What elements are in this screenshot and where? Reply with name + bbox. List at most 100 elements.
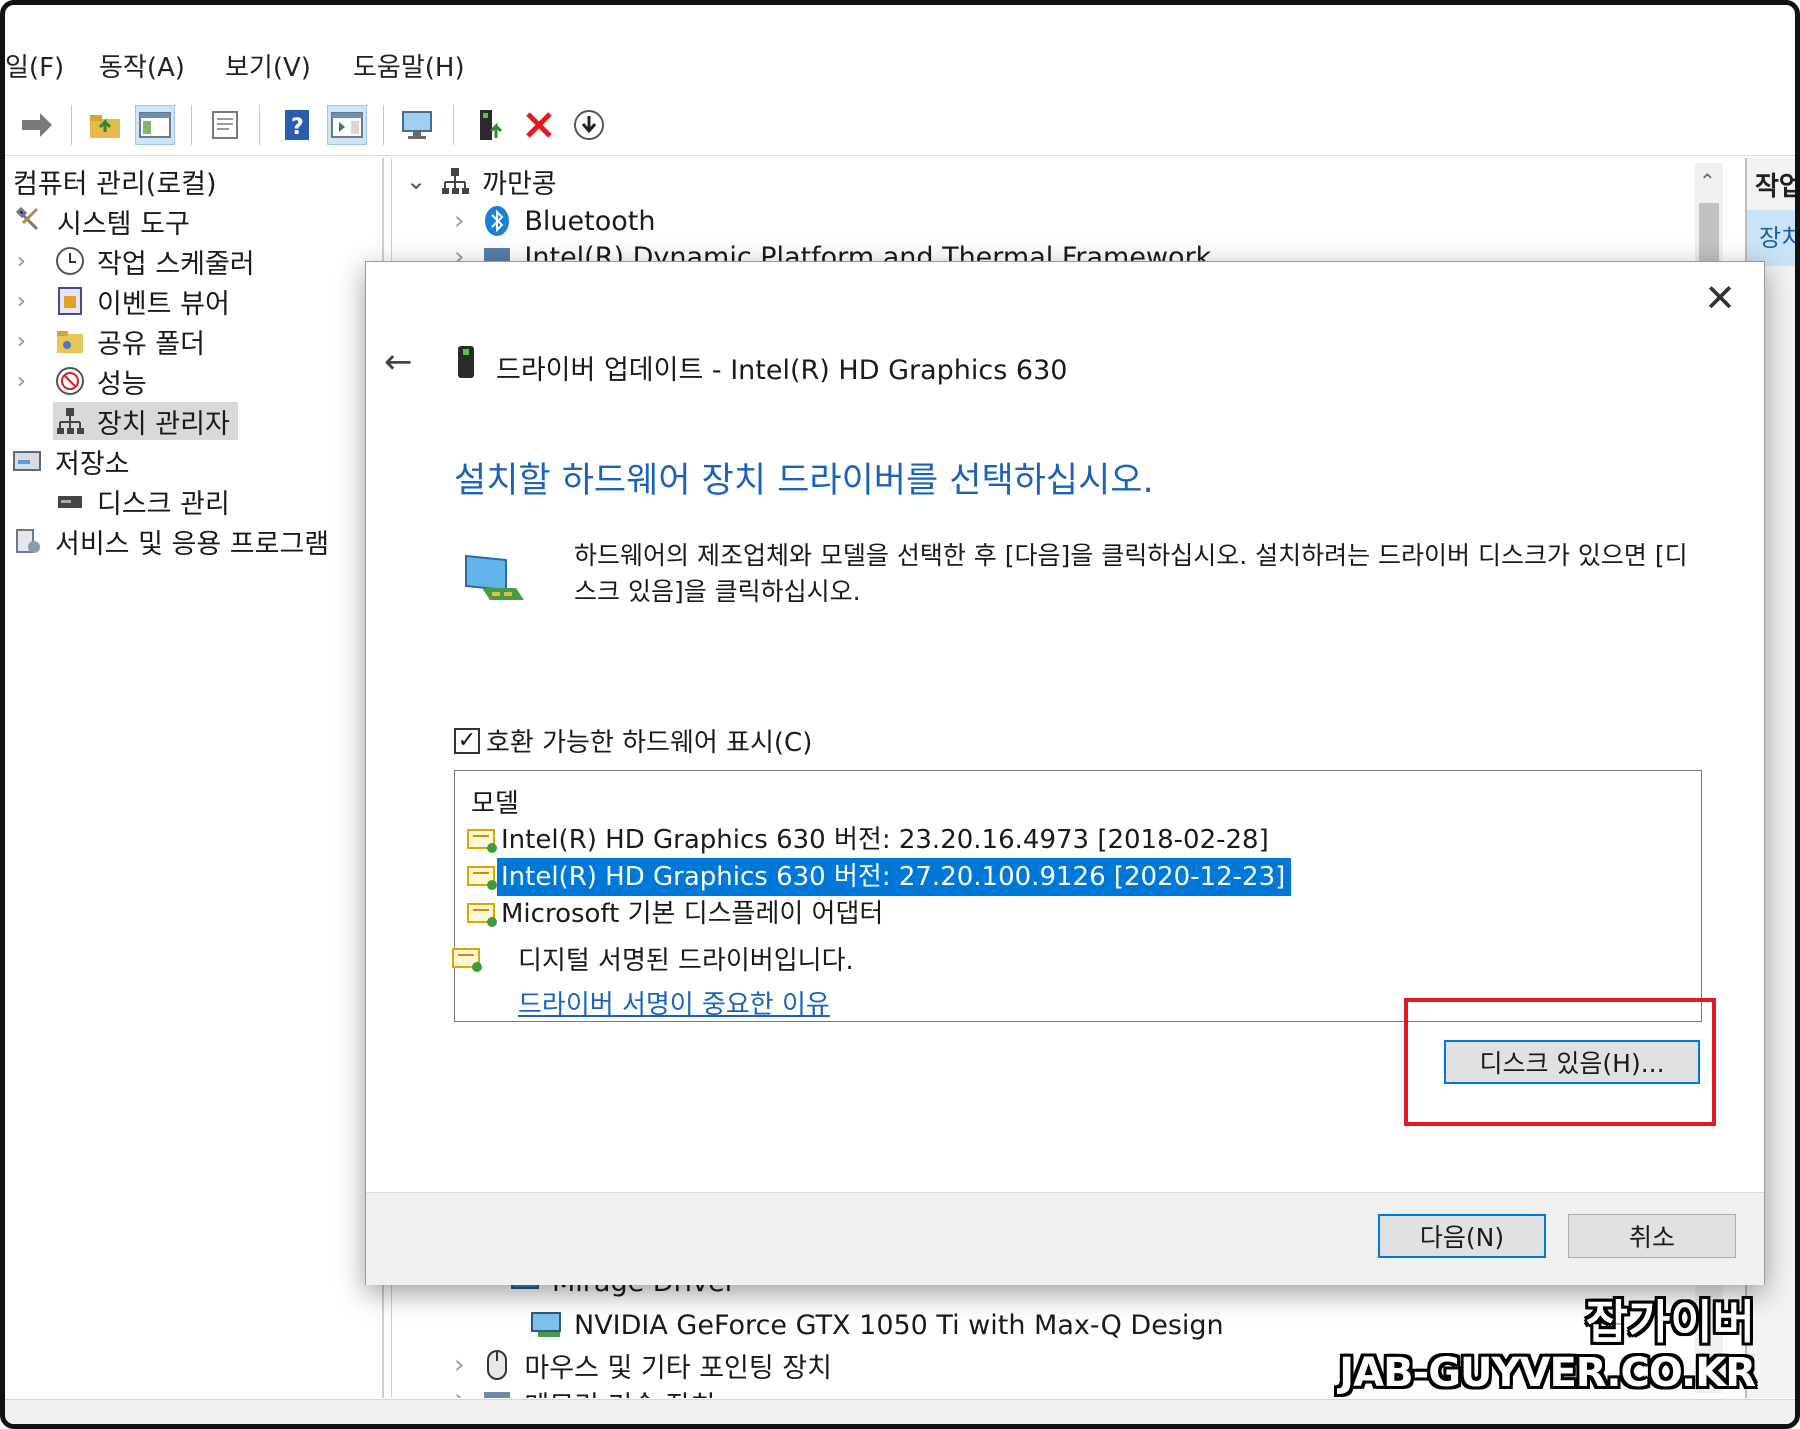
menu-action[interactable]: 동작(A) <box>99 47 185 84</box>
device-manager-icon <box>53 404 87 438</box>
menu-view[interactable]: 보기(V) <box>225 47 311 84</box>
services-icon <box>11 524 45 558</box>
memory-device-icon <box>480 1384 514 1398</box>
driver-device-icon <box>458 346 474 378</box>
tree-item-event-viewer[interactable]: › 이벤트 뷰어 <box>17 282 230 320</box>
actions-header: 작업 <box>1755 172 1800 202</box>
disk-icon <box>53 484 87 518</box>
signed-driver-certificate-icon <box>452 946 482 972</box>
close-icon[interactable]: ✕ <box>1698 276 1742 320</box>
update-driver-icon[interactable] <box>469 105 509 145</box>
dialog-description: 하드웨어의 제조업체와 모델을 선택한 후 [다음]을 클릭하십시오. 설치하려… <box>574 541 1688 606</box>
toolbar-separator <box>259 105 260 145</box>
download-circle-icon[interactable] <box>569 105 609 145</box>
watermark-korean: 잡가이버 <box>1585 1295 1755 1349</box>
tree-item-services[interactable]: 서비스 및 응용 프로그램 <box>11 522 329 560</box>
chevron-right-icon[interactable]: › <box>454 1350 464 1380</box>
chevron-right-icon[interactable]: › <box>17 289 26 314</box>
chevron-down-icon[interactable]: ⌄ <box>406 167 426 195</box>
tree-label: 디스크 관리 <box>97 488 230 520</box>
hardware-display-icon <box>462 550 528 610</box>
model-list-item[interactable]: Intel(R) HD Graphics 630 버전: 23.20.16.49… <box>467 821 1275 859</box>
properties-icon[interactable] <box>205 105 245 145</box>
chevron-right-icon[interactable]: › <box>454 242 464 262</box>
toolbar-separator <box>71 105 72 145</box>
tree-label: 장치 관리자 <box>97 408 230 440</box>
tree-item-performance[interactable]: › 성능 <box>17 362 147 400</box>
annotation-highlight-box <box>1404 998 1716 1126</box>
storage-icon <box>11 444 45 478</box>
uninstall-x-icon[interactable] <box>519 105 559 145</box>
performance-gauge-icon <box>53 364 87 398</box>
dialog-heading: 설치할 하드웨어 장치 드라이버를 선택하십시오. <box>454 461 1154 501</box>
up-folder-icon[interactable] <box>85 105 125 145</box>
tree-label: 서비스 및 응용 프로그램 <box>55 528 330 560</box>
dialog-title: 드라이버 업데이트 - Intel(R) HD Graphics 630 <box>496 355 1068 386</box>
device-label: 메모리 기술 장치 <box>524 1384 715 1398</box>
tree-item-disk-management[interactable]: 디스크 관리 <box>53 482 230 520</box>
tree-item-storage[interactable]: 저장소 <box>11 442 130 480</box>
bluetooth-icon <box>480 204 514 238</box>
scan-hardware-icon[interactable] <box>399 105 439 145</box>
device-label: NVIDIA GeForce GTX 1050 Ti with Max-Q De… <box>574 1309 1224 1341</box>
device-label: Bluetooth <box>524 205 656 237</box>
show-hide-tree-icon[interactable] <box>135 105 175 145</box>
cancel-button[interactable]: 취소 <box>1568 1214 1736 1258</box>
show-action-pane-icon[interactable] <box>327 105 367 145</box>
tree-item-task-scheduler[interactable]: › 작업 스케줄러 <box>17 242 255 280</box>
compatible-hardware-label: 호환 가능한 하드웨어 표시(C) <box>486 728 813 758</box>
computer-network-icon <box>438 164 472 198</box>
tree-label: 성능 <box>97 368 147 400</box>
compatible-hardware-checkbox-row[interactable]: ✓ 호환 가능한 하드웨어 표시(C) <box>454 722 812 759</box>
tree-root-label: 컴퓨터 관리(로컬) <box>13 168 217 200</box>
compatible-hardware-checkbox[interactable]: ✓ <box>454 727 480 754</box>
signed-driver-text: 디지털 서명된 드라이버입니다. <box>518 946 854 976</box>
chevron-right-icon[interactable]: › <box>454 1384 464 1398</box>
tree-root[interactable]: 컴퓨터 관리(로컬) <box>13 162 217 200</box>
svg-text:?: ? <box>291 115 304 140</box>
certificate-icon <box>467 864 497 890</box>
tree-label: 시스템 도구 <box>57 208 190 240</box>
chevron-right-icon[interactable]: › <box>17 249 26 274</box>
device-label: Intel(R) Dynamic Platform and Thermal Fr… <box>524 242 1212 262</box>
chevron-right-icon[interactable]: › <box>17 329 26 354</box>
help-icon[interactable]: ? <box>277 105 317 145</box>
menu-file[interactable]: 일(F) <box>5 47 64 84</box>
model-list-item-selected[interactable]: Intel(R) HD Graphics 630 버전: 27.20.100.9… <box>467 858 1292 896</box>
device-nvidia[interactable]: NVIDIA GeForce GTX 1050 Ti with Max-Q De… <box>530 1306 1224 1344</box>
mouse-icon <box>480 1348 514 1382</box>
model-list-item[interactable]: Microsoft 기본 디스플레이 어댑터 <box>467 895 889 933</box>
device-computer-label: 까만콩 <box>482 168 557 200</box>
device-mouse[interactable]: › 마우스 및 기타 포인팅 장치 <box>454 1346 832 1384</box>
certificate-icon <box>467 901 497 927</box>
toolbar-separator <box>453 105 454 145</box>
device-intel-dptf[interactable]: › Intel(R) Dynamic Platform and Thermal … <box>454 242 1211 262</box>
driver-signing-link[interactable]: 드라이버 서명이 중요한 이유 <box>518 984 830 1021</box>
next-button[interactable]: 다음(N) <box>1378 1214 1546 1258</box>
tree-item-system-tools[interactable]: 시스템 도구 <box>13 202 190 240</box>
tree-label: 작업 스케줄러 <box>97 248 255 280</box>
menu-bar: 일(F) 동작(A) 보기(V) 도움말(H) <box>5 35 1795 93</box>
tree-item-device-manager[interactable]: 장치 관리자 <box>53 402 238 440</box>
status-bar <box>5 1399 1795 1424</box>
shared-folder-icon <box>53 324 87 358</box>
back-arrow-icon[interactable]: ← <box>384 342 413 382</box>
chevron-right-icon[interactable]: › <box>17 369 26 394</box>
clock-icon <box>53 244 87 278</box>
device-computer-node[interactable]: ⌄ 까만콩 <box>406 162 557 200</box>
event-log-icon <box>53 284 87 318</box>
dialog-footer <box>366 1192 1764 1285</box>
forward-arrow-icon[interactable] <box>17 105 57 145</box>
device-label: 마우스 및 기타 포인팅 장치 <box>524 1352 832 1384</box>
actions-item[interactable]: 장치 <box>1747 210 1795 266</box>
device-bluetooth[interactable]: › Bluetooth <box>454 202 655 240</box>
display-adapter-icon <box>530 1308 564 1342</box>
menu-help[interactable]: 도움말(H) <box>353 47 465 84</box>
toolbar-separator <box>383 105 384 145</box>
tree-item-shared-folders[interactable]: › 공유 폴더 <box>17 322 205 360</box>
device-memory[interactable]: › 메모리 기술 장치 <box>454 1384 715 1398</box>
scroll-up-icon[interactable]: ⌃ <box>1699 169 1716 193</box>
chevron-right-icon[interactable]: › <box>454 206 464 236</box>
watermark: 잡가이버 JAB-GUYVER.CO.KR <box>1339 1295 1756 1397</box>
tree-label: 저장소 <box>55 448 130 480</box>
